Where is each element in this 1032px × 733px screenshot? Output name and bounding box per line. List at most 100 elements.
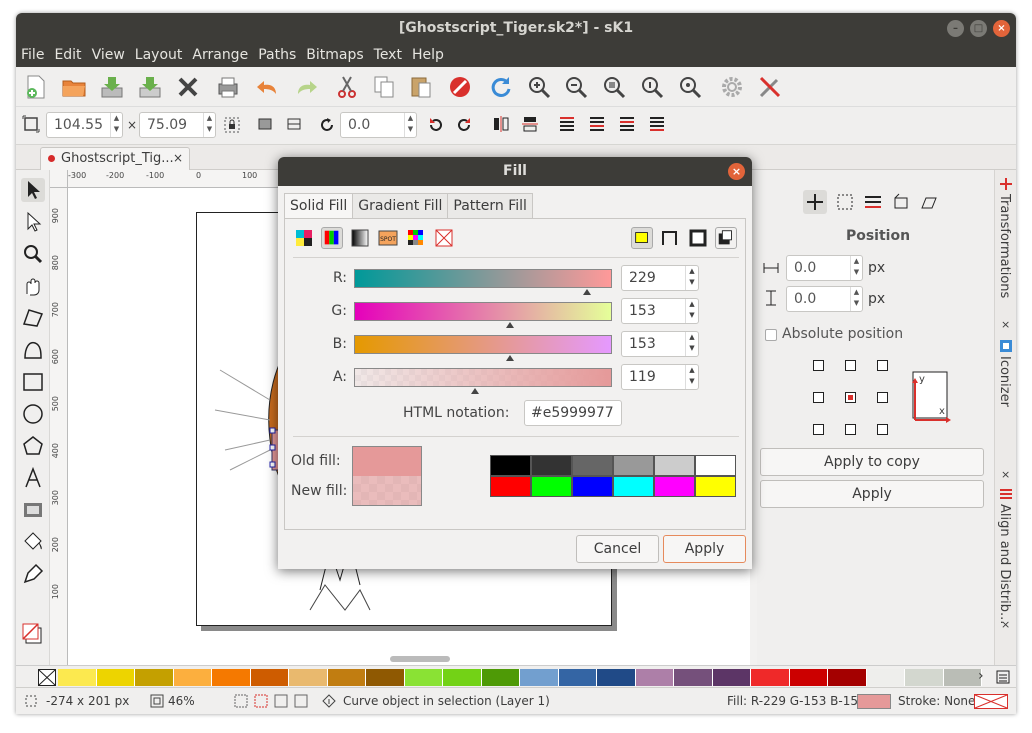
- no-fill-icon[interactable]: [433, 227, 455, 249]
- zoom-selected-icon[interactable]: [677, 74, 703, 100]
- palette-color-swatch[interactable]: [520, 669, 559, 686]
- align-top-icon[interactable]: [558, 115, 576, 133]
- cmyk-mode-icon[interactable]: [293, 227, 315, 249]
- new-document-icon[interactable]: [23, 74, 49, 100]
- print-icon[interactable]: [215, 74, 241, 100]
- fill-bucket-icon[interactable]: [21, 530, 45, 554]
- palette-color-swatch[interactable]: [905, 669, 944, 686]
- gradient-tool-icon[interactable]: [21, 498, 45, 522]
- text-tool-icon[interactable]: [21, 466, 45, 490]
- position-tab-icon[interactable]: [803, 190, 827, 214]
- zoom-level-text[interactable]: 46%: [168, 688, 195, 714]
- menu-file[interactable]: File: [16, 44, 49, 67]
- iconizer-tab[interactable]: Iconizer: [997, 356, 1012, 407]
- menu-view[interactable]: View: [87, 44, 130, 67]
- save-icon[interactable]: [99, 74, 125, 100]
- anchor-point[interactable]: [877, 360, 888, 371]
- tools-icon[interactable]: [757, 74, 783, 100]
- select-tool-icon[interactable]: [21, 178, 45, 202]
- apply-to-copy-button[interactable]: Apply to copy: [760, 448, 984, 476]
- zoom-page-icon[interactable]: [601, 74, 627, 100]
- document-tab[interactable]: Ghostscript_Tig... ×: [40, 147, 190, 170]
- palette-color-swatch[interactable]: [613, 476, 654, 497]
- ruler-corner[interactable]: [50, 170, 68, 188]
- html-notation-input[interactable]: #e5999977: [524, 400, 622, 426]
- menu-paths[interactable]: Paths: [253, 44, 301, 67]
- palette-color-swatch[interactable]: [674, 669, 713, 686]
- close-document-icon[interactable]: [175, 74, 201, 100]
- close-transformations-icon[interactable]: ×: [1001, 318, 1010, 331]
- anchor-point[interactable]: [877, 424, 888, 435]
- resize-tab-icon[interactable]: [835, 192, 855, 212]
- palette-color-swatch[interactable]: [327, 669, 366, 686]
- anchor-point[interactable]: [845, 424, 856, 435]
- slider-thumb[interactable]: [471, 388, 480, 394]
- align-middle-icon[interactable]: [618, 115, 636, 133]
- zoom-out-icon[interactable]: [563, 74, 589, 100]
- close-iconizer-icon[interactable]: ×: [1001, 468, 1010, 481]
- horizontal-scrollbar[interactable]: [390, 656, 450, 662]
- rectangle-tool-icon[interactable]: [21, 370, 45, 394]
- absolute-position-checkbox[interactable]: [765, 329, 777, 341]
- palette-color-swatch[interactable]: [558, 669, 597, 686]
- palette-color-swatch[interactable]: [366, 669, 405, 686]
- anchor-point[interactable]: [845, 360, 856, 371]
- fill-behind-icon[interactable]: [687, 227, 709, 249]
- refresh-icon[interactable]: [487, 74, 513, 100]
- anchor-point[interactable]: [813, 360, 824, 371]
- align-bottom-icon[interactable]: [648, 115, 666, 133]
- menu-arrange[interactable]: Arrange: [187, 44, 253, 67]
- redo-icon[interactable]: [293, 74, 319, 100]
- palette-color-swatch[interactable]: [654, 476, 695, 497]
- channel-slider[interactable]: [354, 335, 612, 361]
- channel-slider[interactable]: [354, 302, 612, 328]
- spot-color-icon[interactable]: SPOT: [377, 227, 399, 249]
- palette-color-swatch[interactable]: [96, 669, 135, 686]
- zoom-tool-icon[interactable]: [21, 242, 45, 266]
- slider-thumb[interactable]: [505, 322, 514, 328]
- tab-solid-fill[interactable]: Solid Fill: [284, 193, 354, 218]
- line-tool-icon[interactable]: [21, 306, 45, 330]
- snapping-icons[interactable]: [234, 694, 314, 708]
- fill-rule-button[interactable]: [631, 227, 653, 249]
- menu-bitmaps[interactable]: Bitmaps: [301, 44, 368, 67]
- rotate-tab-icon[interactable]: [891, 192, 911, 212]
- menu-help[interactable]: Help: [407, 44, 449, 67]
- palette-color-swatch[interactable]: [531, 455, 572, 476]
- palette-color-swatch[interactable]: [490, 476, 531, 497]
- palette-color-swatch[interactable]: [654, 455, 695, 476]
- open-folder-icon[interactable]: [61, 74, 87, 100]
- palette-color-swatch[interactable]: [212, 669, 251, 686]
- minimize-button[interactable]: –: [947, 20, 964, 37]
- slider-thumb[interactable]: [582, 289, 591, 295]
- channel-slider[interactable]: [354, 368, 612, 394]
- menu-text[interactable]: Text: [369, 44, 407, 67]
- rotation-field[interactable]: 0.0 ▲ ▼: [340, 112, 417, 138]
- apply-fill-button[interactable]: Apply: [663, 535, 746, 563]
- anchor-point-selected[interactable]: [845, 392, 856, 403]
- palette-color-swatch[interactable]: [531, 476, 572, 497]
- palette-color-swatch[interactable]: [250, 669, 289, 686]
- flip-horizontal-icon[interactable]: [492, 115, 510, 133]
- pen-outline-icon[interactable]: [21, 562, 45, 586]
- undo-icon[interactable]: [255, 74, 281, 100]
- no-color-fill-icon[interactable]: [21, 622, 45, 646]
- no-color-swatch-icon[interactable]: [38, 669, 56, 686]
- paste-icon[interactable]: [408, 74, 434, 100]
- curve-tool-icon[interactable]: [21, 338, 45, 362]
- rotate-right-icon[interactable]: [455, 116, 473, 134]
- palette-color-swatch[interactable]: [173, 669, 212, 686]
- close-button[interactable]: ×: [993, 20, 1010, 37]
- palette-color-swatch[interactable]: [135, 669, 174, 686]
- polygon-tool-icon[interactable]: [21, 434, 45, 458]
- zoom-100-icon[interactable]: [639, 74, 665, 100]
- palette-color-swatch[interactable]: [490, 455, 531, 476]
- channel-value-field[interactable]: 153 ▲ ▼: [621, 331, 699, 357]
- skew-tab-icon[interactable]: [919, 192, 939, 212]
- palette-color-swatch[interactable]: [943, 669, 982, 686]
- ungroup-icon[interactable]: [286, 116, 302, 132]
- cancel-button[interactable]: Cancel: [576, 535, 659, 563]
- rotate-left-icon[interactable]: [427, 116, 445, 134]
- palette-color-swatch[interactable]: [751, 669, 790, 686]
- palette-color-swatch[interactable]: [789, 669, 828, 686]
